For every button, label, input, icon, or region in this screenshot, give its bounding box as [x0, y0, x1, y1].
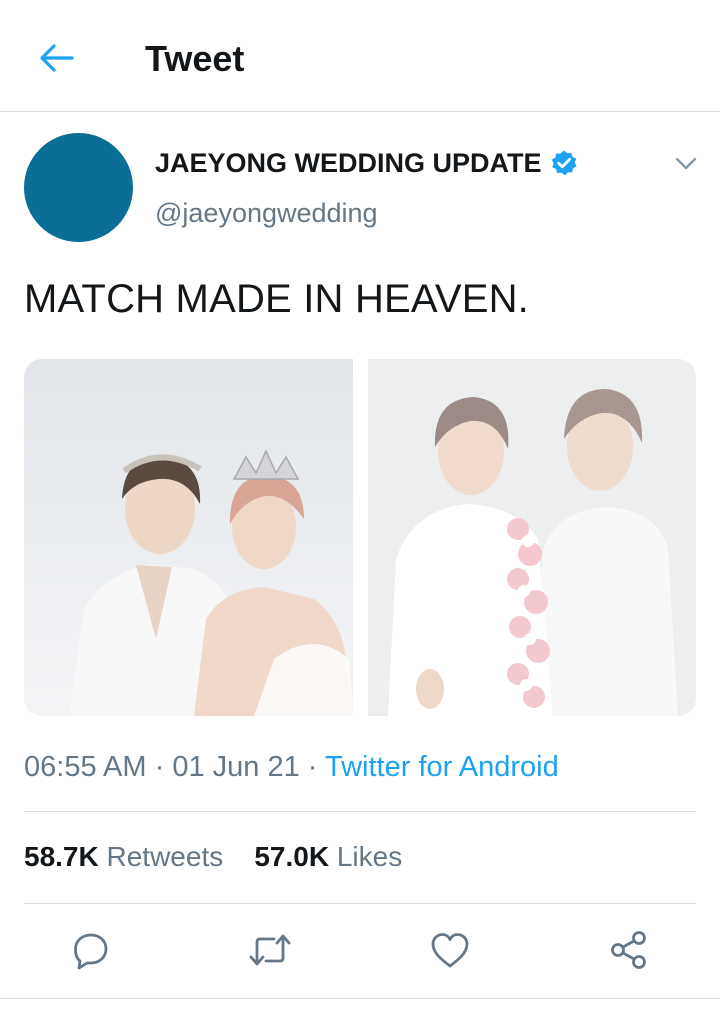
meta-separator: · — [154, 751, 165, 783]
tweet-text: MATCH MADE IN HEAVEN. — [24, 277, 529, 321]
more-options-button[interactable] — [670, 148, 702, 180]
retweets-stat[interactable]: 58.7K Retweets — [24, 841, 223, 872]
tweet-stats: 58.7K Retweets 57.0K Likes — [24, 838, 402, 876]
chevron-down-icon — [675, 157, 697, 170]
author-display-name: JAEYONG WEDDING UPDATE — [155, 148, 542, 178]
tweet-photo-2[interactable] — [368, 359, 696, 716]
retweet-icon — [249, 934, 291, 966]
reply-icon — [74, 933, 108, 970]
photo-1-image — [24, 359, 353, 716]
arrow-left-icon — [40, 44, 74, 72]
page-title: Tweet — [145, 38, 245, 79]
likes-label: Likes — [336, 841, 403, 872]
likes-count: 57.0K — [254, 841, 330, 872]
avatar[interactable] — [24, 133, 133, 242]
top-bar: Tweet — [0, 0, 720, 112]
author-handle[interactable]: @jaeyongwedding — [155, 196, 378, 230]
divider — [24, 811, 696, 812]
retweet-button[interactable] — [248, 928, 292, 972]
share-button[interactable] — [607, 928, 651, 972]
like-icon — [431, 933, 469, 968]
tweet-date: 01 Jun 21 — [172, 751, 300, 783]
tweet-source-link[interactable]: Twitter for Android — [325, 751, 559, 783]
verified-badge-icon — [551, 150, 577, 176]
share-icon — [611, 931, 646, 969]
divider — [0, 998, 720, 999]
divider — [24, 903, 696, 904]
photo-2-image — [368, 359, 696, 716]
author-name-row[interactable]: JAEYONG WEDDING UPDATE — [155, 146, 578, 180]
retweets-count: 58.7K — [24, 841, 99, 872]
tweet-photo-1[interactable] — [24, 359, 353, 716]
retweets-label: Retweets — [106, 841, 224, 872]
likes-stat[interactable]: 57.0K Likes — [254, 841, 402, 872]
tweet-time: 06:55 AM — [24, 751, 147, 783]
meta-separator: · — [307, 751, 318, 783]
like-button[interactable] — [428, 928, 472, 972]
tweet-meta: 06:55 AM · 01 Jun 21 · Twitter for Andro… — [24, 748, 559, 786]
back-button[interactable] — [30, 36, 82, 80]
reply-button[interactable] — [69, 928, 113, 972]
